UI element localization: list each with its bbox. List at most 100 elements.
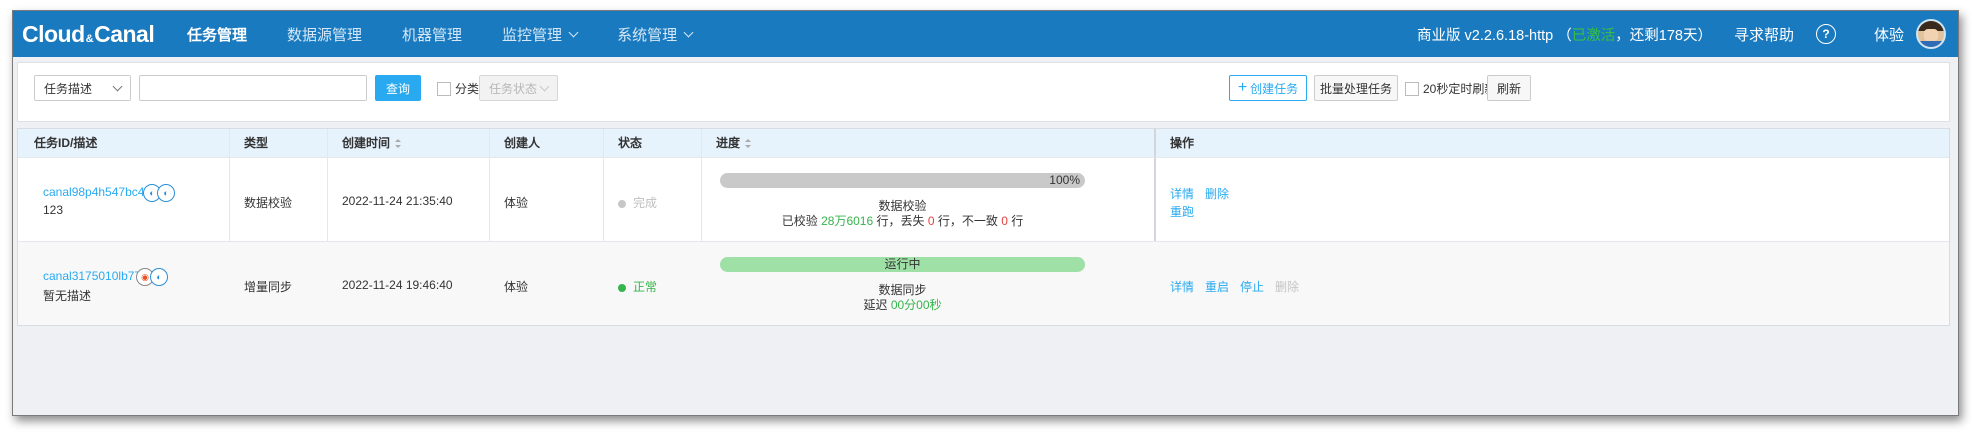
nav-monitor-management[interactable]: 监控管理: [482, 11, 597, 57]
chevron-down-icon: [112, 81, 123, 91]
progress-detail: 延迟 00分00秒: [720, 297, 1085, 313]
checkbox-box[interactable]: [1405, 81, 1419, 96]
version-info: 商业版 v2.2.6.18-http （已激活，还剩178天）: [1417, 24, 1712, 45]
nav-system-management[interactable]: 系统管理: [597, 11, 712, 57]
column-header-actions: 操作: [1170, 136, 1195, 150]
progress-bar: 运行中: [720, 257, 1085, 272]
avatar[interactable]: [1916, 19, 1946, 49]
category-checkbox[interactable]: 分类: [437, 80, 479, 97]
detail-text: 行，不一致: [934, 214, 1002, 228]
delete-link-disabled: 删除: [1275, 280, 1300, 294]
user-name[interactable]: 体验: [1874, 24, 1904, 45]
stop-link[interactable]: 停止: [1240, 278, 1264, 295]
table-header: 任务ID/描述 类型 创建时间 创建人 状态 进度 操作: [18, 129, 1949, 157]
nav-machine-management[interactable]: 机器管理: [382, 11, 482, 57]
auto-refresh-checkbox[interactable]: 20秒定时刷新: [1405, 80, 1496, 97]
datasource-icons: ◐ ◐: [143, 184, 175, 202]
table-row: canal98p4h547bc4 ◐ ◐ 123 数据校验 2022-11-24…: [18, 157, 1949, 241]
restart-link[interactable]: 重启: [1205, 278, 1229, 295]
detail-link[interactable]: 详情: [1170, 278, 1194, 295]
avatar-face: [1924, 29, 1938, 41]
task-id-link[interactable]: canal3175010lb77: [43, 269, 141, 283]
select-value: 任务状态: [489, 81, 538, 96]
refresh-button[interactable]: 刷新: [1487, 75, 1531, 101]
nav-label: 数据源管理: [287, 26, 363, 44]
task-status-select[interactable]: 任务状态: [479, 75, 558, 101]
auto-refresh-label: 20秒定时刷新: [1423, 82, 1497, 96]
activation-status: 已激活: [1571, 27, 1616, 44]
chevron-down-icon: [683, 27, 694, 37]
plus-icon: +: [1237, 79, 1248, 96]
sort-icon[interactable]: [395, 139, 402, 149]
logo-ampersand: &: [85, 32, 94, 45]
column-header-type: 类型: [244, 136, 269, 150]
status-dot-icon: [618, 199, 626, 208]
column-header-creator: 创建人: [504, 136, 541, 150]
column-header-id: 任务ID/描述: [34, 136, 98, 150]
status-text: 完成: [633, 196, 658, 210]
table-row: canal3175010lb77 ◉ ◐ 暂无描述 增量同步 2022-11-2…: [18, 241, 1949, 325]
logo-text-canal: Canal: [94, 20, 155, 47]
nav-datasource-management[interactable]: 数据源管理: [267, 11, 382, 57]
top-nav-bar: Cloud & Canal 任务管理 数据源管理 机器管理 监控管理 系统管理 商业…: [13, 11, 1958, 57]
sort-icon[interactable]: [745, 139, 752, 149]
app-window: Cloud & Canal 任务管理 数据源管理 机器管理 监控管理 系统管理 商业…: [12, 10, 1959, 416]
search-input[interactable]: [139, 75, 367, 101]
status-text: 正常: [633, 280, 658, 294]
column-header-created[interactable]: 创建时间: [342, 129, 402, 157]
delay-value: 00分00秒: [890, 298, 942, 312]
rerun-link[interactable]: 重跑: [1170, 203, 1194, 220]
status-dot-icon: [618, 283, 626, 292]
progress-title: 数据校验: [878, 199, 927, 213]
query-button[interactable]: 查询: [375, 75, 421, 101]
cloudcanal-logo[interactable]: Cloud & Canal: [22, 21, 167, 48]
task-table: 任务ID/描述 类型 创建时间 创建人 状态 进度 操作 canal98p4h5…: [17, 128, 1950, 326]
detail-text: 已校验: [781, 214, 822, 228]
license-remaining: ，还剩178天）: [1615, 27, 1712, 44]
task-description: 123: [43, 203, 64, 217]
detail-text: 行，丢失: [873, 214, 928, 228]
delete-link[interactable]: 删除: [1205, 185, 1229, 202]
detail-text: 延迟: [863, 298, 891, 312]
task-description: 暂无描述: [43, 289, 92, 303]
top-right-area: 商业版 v2.2.6.18-http （已激活，还剩178天） 寻求帮助 ? 体…: [1417, 11, 1958, 57]
task-type: 增量同步: [244, 280, 293, 294]
version-text: 商业版 v2.2.6.18-http: [1417, 27, 1554, 44]
creator: 体验: [504, 196, 529, 210]
progress-detail: 已校验 28万6016 行，丢失 0 行，不一致 0 行: [720, 213, 1085, 229]
task-id-link[interactable]: canal98p4h547bc4: [43, 185, 144, 199]
mysql-target-icon: ◐: [157, 184, 175, 202]
nav-label: 系统管理: [617, 26, 678, 44]
checkbox-box[interactable]: [437, 81, 451, 96]
help-link[interactable]: 寻求帮助: [1734, 24, 1794, 45]
created-time: 2022-11-24 21:35:40: [342, 194, 453, 208]
batch-process-button[interactable]: 批量处理任务: [1314, 75, 1398, 101]
mysql-target-icon: ◐: [150, 268, 168, 286]
detail-text: 行: [1007, 214, 1024, 228]
filter-bar: 任务描述 查询 分类 任务状态 + 创建任务 批量处理任务 20秒定时刷新 刷新: [17, 62, 1950, 122]
logo-text-cloud: Cloud: [22, 20, 85, 47]
version-paren: （: [1557, 27, 1572, 44]
column-header-progress[interactable]: 进度: [716, 129, 752, 157]
task-type: 数据校验: [244, 196, 293, 210]
select-value: 任务描述: [44, 81, 93, 96]
chevron-down-icon: [568, 27, 579, 37]
header-label: 创建时间: [342, 136, 391, 150]
create-task-button[interactable]: + 创建任务: [1229, 75, 1307, 101]
category-label: 分类: [455, 82, 480, 96]
avatar-shirt: [1919, 41, 1943, 47]
question-icon[interactable]: ?: [1815, 24, 1836, 44]
header-label: 进度: [716, 136, 741, 150]
status-badge: 正常: [618, 278, 657, 295]
checked-count: 28万6016: [821, 214, 874, 228]
nav-label: 监控管理: [502, 26, 563, 44]
chevron-down-icon: [539, 81, 550, 91]
nav-task-management[interactable]: 任务管理: [167, 11, 267, 57]
status-badge: 完成: [618, 194, 657, 211]
mismatch-count: 0: [1001, 214, 1008, 228]
progress-title: 数据同步: [878, 283, 927, 297]
progress-bar: 100%: [720, 173, 1085, 188]
detail-link[interactable]: 详情: [1170, 185, 1194, 202]
nav-label: 机器管理: [402, 26, 463, 44]
search-field-select[interactable]: 任务描述: [34, 75, 131, 101]
